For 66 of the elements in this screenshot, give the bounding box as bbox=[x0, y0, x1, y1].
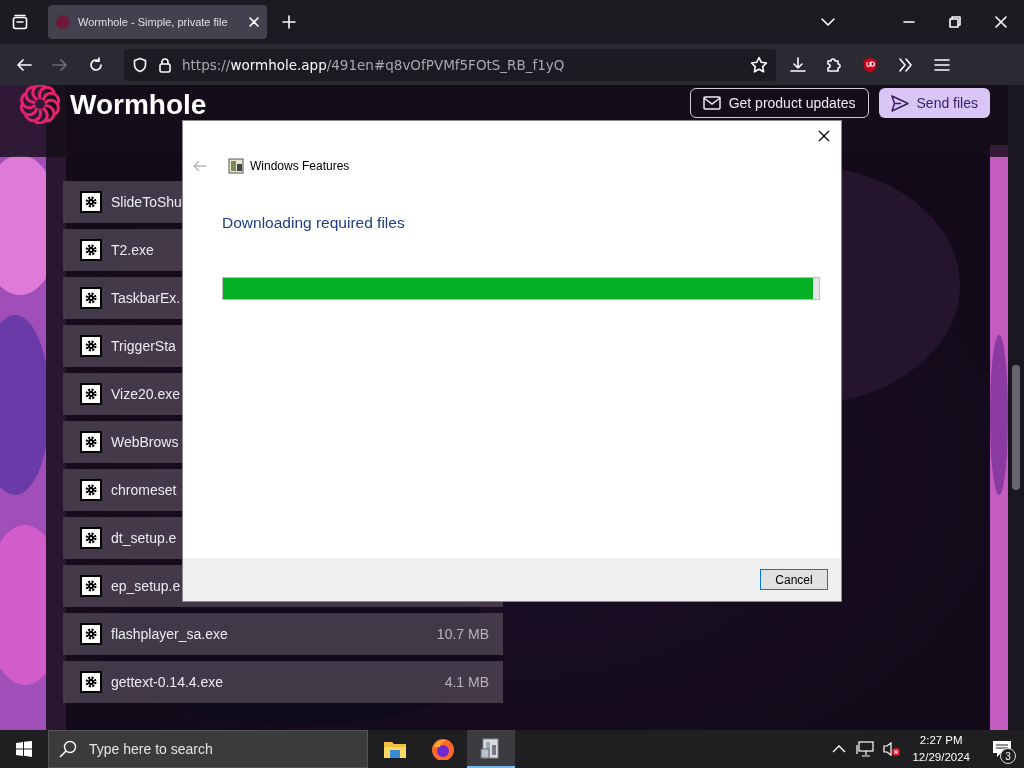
star-icon[interactable] bbox=[750, 55, 768, 74]
address-bar[interactable]: https://wormhole.app/491en#q8vOfPVMf5FOtS_RB_f1yQ bbox=[124, 48, 776, 81]
gear-file-icon bbox=[80, 479, 102, 501]
file-name: dt_setup.e bbox=[111, 530, 178, 546]
file-name: TaskbarEx. bbox=[111, 290, 182, 306]
taskbar-app[interactable] bbox=[467, 730, 515, 768]
clock-time[interactable]: 2:27 PM bbox=[919, 732, 963, 749]
puzzle-icon[interactable] bbox=[825, 55, 843, 74]
file-name: ep_setup.e bbox=[111, 578, 182, 594]
tab-list-icon[interactable] bbox=[12, 14, 28, 30]
chevron-down-icon[interactable] bbox=[821, 18, 835, 26]
network-icon[interactable] bbox=[856, 741, 875, 757]
new-tab-icon[interactable] bbox=[282, 15, 296, 29]
dialog-heading: Downloading required files bbox=[222, 214, 406, 232]
restore-icon[interactable] bbox=[949, 16, 961, 28]
gear-file-icon bbox=[80, 191, 102, 213]
gear-file-icon bbox=[80, 527, 102, 549]
file-name: chromeset bbox=[111, 482, 178, 498]
window-features-icon bbox=[228, 158, 244, 174]
windows-logo-icon[interactable] bbox=[16, 741, 32, 757]
file-name: SlideToShu bbox=[111, 194, 183, 210]
search-box[interactable]: Type here to search bbox=[48, 730, 368, 768]
notification-count: 3 bbox=[1000, 748, 1016, 764]
updates-button[interactable]: Get product updates bbox=[689, 88, 869, 118]
shield-icon[interactable] bbox=[132, 56, 148, 73]
file-size: 4.1 MB bbox=[444, 674, 489, 690]
gear-file-icon bbox=[80, 335, 102, 357]
speaker-icon[interactable] bbox=[882, 741, 901, 757]
logo-text: Wormhole bbox=[70, 91, 207, 119]
reload-icon[interactable] bbox=[88, 56, 104, 73]
download-icon[interactable] bbox=[789, 55, 807, 74]
chevron-up-icon[interactable] bbox=[832, 745, 847, 753]
file-size: 10.7 MB bbox=[436, 626, 489, 642]
file-name: TriggerSta bbox=[111, 338, 177, 354]
browser-tab[interactable]: Wormhole - Simple, private file bbox=[48, 5, 267, 39]
gear-file-icon bbox=[80, 287, 102, 309]
file-name: flashplayer_sa.exe bbox=[111, 626, 229, 642]
cancel-button[interactable]: Cancel bbox=[760, 569, 828, 590]
file-row[interactable]: gettext-0.14.4.exe 4.1 MB bbox=[63, 661, 503, 703]
search-field[interactable]: Type here to search bbox=[87, 740, 351, 758]
close-icon[interactable] bbox=[995, 16, 1007, 28]
gear-file-icon bbox=[80, 431, 102, 453]
close-icon[interactable] bbox=[249, 17, 259, 27]
scrollbar[interactable] bbox=[1008, 85, 1024, 730]
file-row[interactable]: flashplayer_sa.exe 10.7 MB bbox=[63, 613, 503, 655]
gear-file-icon bbox=[80, 575, 102, 597]
double-chevron-icon[interactable] bbox=[897, 55, 915, 74]
spiral-logo-icon bbox=[20, 85, 60, 124]
lock-icon[interactable] bbox=[158, 56, 172, 73]
gear-file-icon bbox=[80, 623, 102, 645]
dialog-title: Windows Features bbox=[250, 159, 350, 173]
file-name: Vize20.exe bbox=[111, 386, 181, 402]
back-icon[interactable] bbox=[16, 56, 32, 73]
clock-date[interactable]: 12/29/2024 bbox=[912, 749, 970, 766]
search-icon bbox=[59, 740, 77, 758]
file-name: gettext-0.14.4.exe bbox=[111, 674, 225, 690]
file-name: T2.exe bbox=[111, 242, 155, 258]
gear-file-icon bbox=[80, 239, 102, 261]
mail-icon bbox=[702, 94, 721, 112]
firefox-icon bbox=[431, 738, 455, 760]
send-button[interactable]: Send files bbox=[878, 88, 990, 118]
file-name: WebBrows bbox=[111, 434, 180, 450]
shield-badge-icon[interactable] bbox=[861, 55, 879, 74]
send-icon bbox=[890, 94, 909, 112]
gear-file-icon bbox=[80, 383, 102, 405]
gear-file-icon bbox=[80, 671, 102, 693]
